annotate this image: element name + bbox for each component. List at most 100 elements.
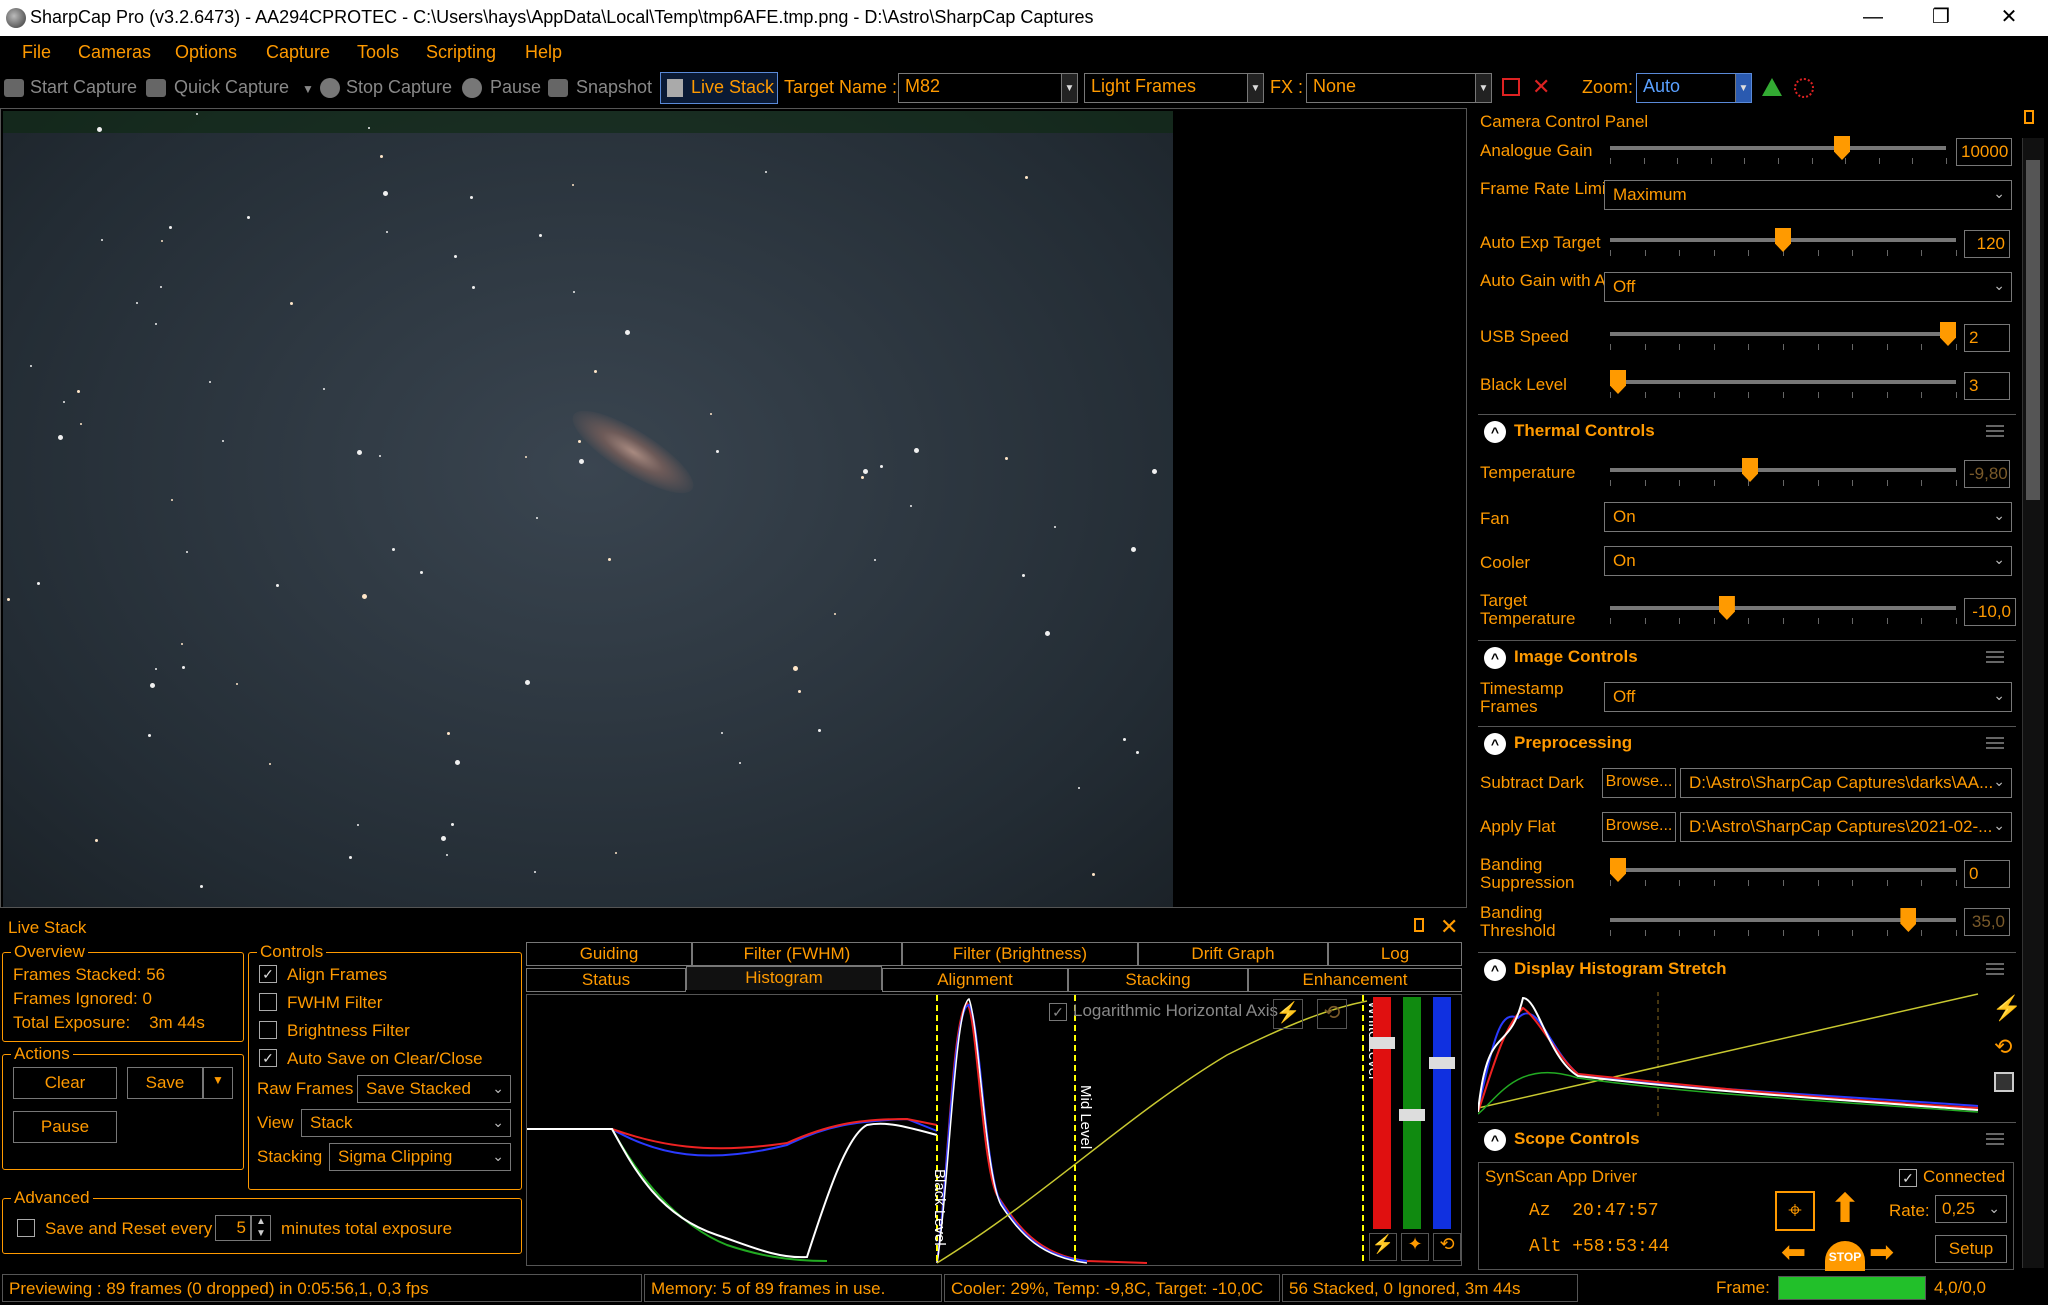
chevron-down-icon[interactable]: ▼ [1735,74,1751,102]
move-up-button[interactable]: ⬆ [1823,1187,1867,1231]
slider-track[interactable] [1610,606,1956,610]
scrollbar-thumb[interactable] [2026,160,2040,500]
slider-thumb[interactable] [1775,228,1791,252]
pin-icon[interactable] [2024,110,2034,124]
auto-stretch-icon[interactable]: ⚡ [1273,999,1303,1029]
analogue-gain-value[interactable]: 10000 [1956,138,2012,166]
stretch-histogram-chart[interactable] [1478,988,1988,1116]
timestamp-select[interactable]: Off ⌄ [1604,682,2012,712]
auto-stretch-icon[interactable]: ⚡ [1992,994,2022,1023]
start-capture-button[interactable]: Start Capture [30,77,137,98]
save-dropdown-icon[interactable]: ▼ [203,1067,233,1099]
chevron-down-icon[interactable]: ▼ [1475,74,1491,102]
collapse-icon[interactable]: ^ [1484,1129,1506,1151]
tab-status[interactable]: Status [526,968,686,992]
slider-thumb[interactable] [1900,908,1917,932]
menu-icon[interactable] [1986,737,2004,749]
auto-exp-slider[interactable] [1610,228,1957,258]
panel-scrollbar[interactable] [2022,138,2044,1268]
slider-track[interactable] [1610,380,1956,384]
reset-color-icon[interactable]: ⟲ [1433,1233,1461,1261]
red-level-handle[interactable] [1369,1037,1395,1049]
restore-button[interactable]: ❐ [1908,0,1974,36]
save-icon[interactable] [1994,1072,2014,1092]
slider-thumb[interactable] [1742,458,1758,482]
save-reset-checkbox[interactable] [17,1219,35,1237]
collapse-icon[interactable]: ^ [1484,959,1506,981]
clear-button[interactable]: Clear [13,1067,117,1099]
frame-rate-select[interactable]: Maximum ⌄ [1604,180,2012,210]
minimize-button[interactable]: — [1840,0,1906,36]
slider-thumb[interactable] [1718,596,1735,620]
tab-histogram[interactable]: Histogram [686,966,882,990]
star-balance-icon[interactable]: ✦ [1401,1233,1429,1261]
slider-thumb[interactable] [1610,858,1626,882]
quick-capture-button[interactable]: Quick Capture [174,77,289,98]
auto-save-checkbox[interactable]: ✓ [259,1049,277,1067]
brightness-filter-checkbox[interactable] [259,1021,277,1039]
flat-path-select[interactable]: D:\Astro\SharpCap Captures\2021-02-... ⌄ [1680,812,2012,842]
fan-select[interactable]: On ⌄ [1604,502,2012,532]
stop-button[interactable]: STOP [1825,1241,1865,1271]
menu-file[interactable]: File [22,42,51,63]
menu-icon[interactable] [1986,651,2004,663]
reticle-off-icon[interactable]: ✕ [1532,74,1550,100]
preprocessing-header[interactable]: ^ Preprocessing [1478,726,2016,758]
stop-capture-button[interactable]: Stop Capture [346,77,452,98]
slider-track[interactable] [1610,332,1956,336]
snapshot-button[interactable]: Snapshot [576,77,652,98]
live-stack-button[interactable]: Live Stack [660,72,778,104]
collapse-icon[interactable]: ^ [1484,647,1506,669]
image-viewer[interactable] [0,108,1467,908]
move-right-button[interactable]: ➡ [1869,1235,1894,1270]
slider-track[interactable] [1610,146,1946,150]
black-level-marker[interactable]: Black Level [931,1169,948,1246]
tab-log[interactable]: Log [1328,942,1462,966]
connected-checkbox[interactable]: ✓ [1899,1169,1917,1187]
browse-dark-button[interactable]: Browse... [1602,768,1676,798]
save-button[interactable]: Save [127,1067,203,1099]
dark-path-select[interactable]: D:\Astro\SharpCap Captures\darks\AA... ⌄ [1680,768,2012,798]
auto-exp-value[interactable]: 120 [1964,230,2010,258]
mid-level-marker[interactable]: Mid Level [1077,1085,1094,1149]
stack-histogram-area[interactable]: Black Level Mid Level White Level ✓ Loga… [526,994,1462,1266]
menu-tools[interactable]: Tools [357,42,399,63]
menu-icon[interactable] [1986,1133,2004,1145]
menu-capture[interactable]: Capture [266,42,330,63]
view-select[interactable]: Stack ⌄ [301,1109,511,1137]
analogue-gain-slider[interactable] [1610,136,1947,166]
green-level-handle[interactable] [1399,1109,1425,1121]
focus-assist-icon[interactable] [1794,78,1814,98]
slider-thumb[interactable] [1610,370,1626,394]
tab-filter-brightness[interactable]: Filter (Brightness) [902,942,1138,966]
menu-scripting[interactable]: Scripting [426,42,496,63]
slider-track[interactable] [1610,468,1956,472]
cooler-select[interactable]: On ⌄ [1604,546,2012,576]
blue-level-bar[interactable] [1429,997,1455,1229]
pause-button[interactable]: Pause [490,77,541,98]
move-left-button[interactable]: ⬅ [1781,1235,1806,1270]
usb-speed-value[interactable]: 2 [1964,324,2010,352]
scope-setup-button[interactable]: Setup [1935,1235,2007,1263]
minutes-spinner-icon[interactable]: ▲ ▼ [251,1215,271,1241]
black-level-slider[interactable] [1610,370,1957,400]
tab-alignment[interactable]: Alignment [882,968,1068,992]
tab-guiding[interactable]: Guiding [526,942,692,966]
histogram-icon[interactable] [1762,78,1782,96]
usb-speed-slider[interactable] [1610,322,1957,352]
frame-type-select[interactable]: Light Frames ▼ [1084,73,1264,103]
auto-gain-select[interactable]: Off ⌄ [1604,272,2012,302]
tab-drift-graph[interactable]: Drift Graph [1138,942,1328,966]
quick-capture-dropdown-icon[interactable]: ▼ [302,82,314,96]
rate-select[interactable]: 0,25 ⌄ [1935,1195,2007,1223]
slider-thumb[interactable] [1940,322,1956,346]
align-frames-checkbox[interactable]: ✓ [259,965,277,983]
blue-level-handle[interactable] [1429,1057,1455,1069]
thermal-controls-header[interactable]: ^ Thermal Controls [1478,414,2016,446]
collapse-icon[interactable]: ^ [1484,733,1506,755]
close-icon[interactable]: ✕ [1440,914,1458,940]
image-controls-header[interactable]: ^ Image Controls [1478,640,2016,672]
reset-icon[interactable]: ⟲ [1994,1034,2012,1060]
target-name-input[interactable]: M82 ▼ [898,73,1078,103]
collapse-icon[interactable]: ^ [1484,421,1506,443]
